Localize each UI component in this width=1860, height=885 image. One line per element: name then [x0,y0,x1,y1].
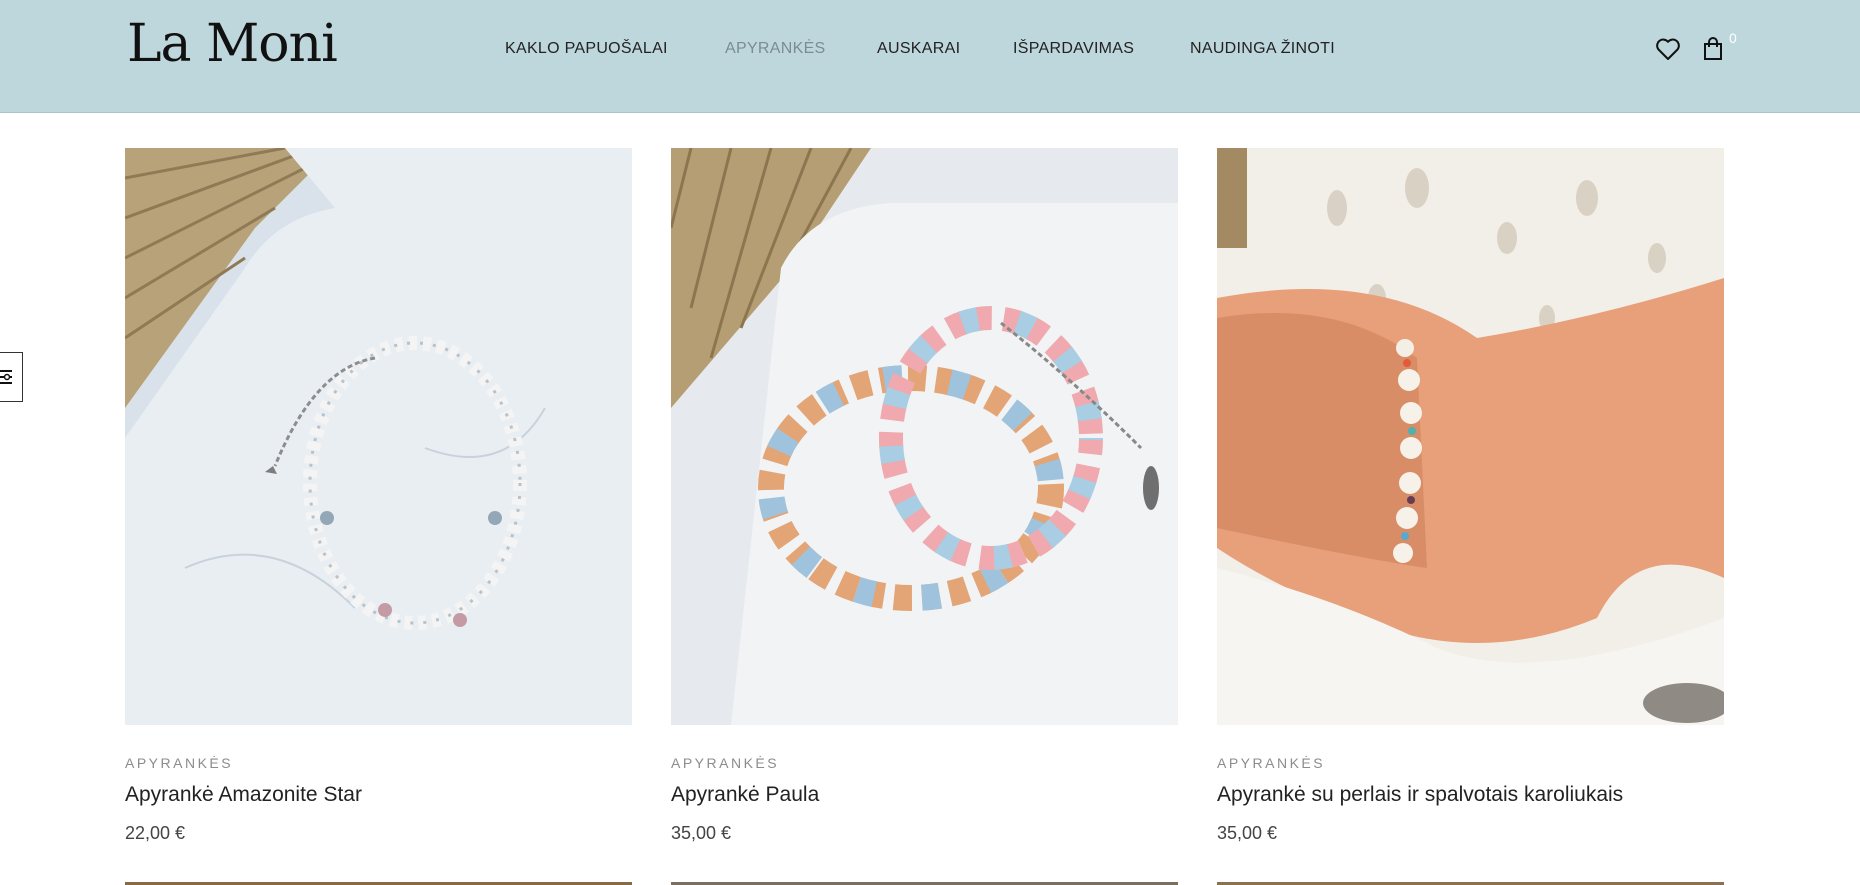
product-card: APYRANKĖS Apyrankė su perlais ir spalvot… [1217,148,1724,844]
product-card: APYRANKĖS Apyrankė Amazonite Star 22,00 … [125,148,632,844]
product-price: 35,00 € [1217,823,1278,843]
product-title[interactable]: Apyrankė Paula [671,783,1178,807]
nav-item-kaklo-papuosalai[interactable]: KAKLO PAPUOŠALAI [505,40,668,58]
filter-icon [0,370,20,405]
product-category: APYRANKĖS [125,755,234,771]
product-category: APYRANKĖS [1217,755,1326,771]
product-price: 22,00 € [125,823,186,843]
product-price: 35,00 € [671,823,732,843]
product-category: APYRANKĖS [671,755,780,771]
nav-item-ispardavimas[interactable]: IŠPARDAVIMAS [1013,40,1134,58]
product-image[interactable] [125,148,632,725]
product-image[interactable] [671,148,1178,725]
logo[interactable]: La Moni [127,14,338,74]
shopping-bag-icon[interactable] [1703,37,1723,66]
nav-item-auskarai[interactable]: AUSKARAI [877,40,960,58]
filter-toggle-tab[interactable] [0,352,23,402]
product-card: APYRANKĖS Apyrankė Paula 35,00 € [671,148,1178,844]
product-title[interactable]: Apyrankė Amazonite Star [125,783,632,807]
nav-item-apyrankes[interactable]: APYRANKĖS [725,40,826,58]
nav-item-naudinga-zinoti[interactable]: NAUDINGA ŽINOTI [1190,40,1335,58]
product-title[interactable]: Apyrankė su perlais ir spalvotais karoli… [1217,783,1724,807]
cart-count-badge: 0 [1729,30,1737,46]
heart-icon[interactable] [1655,37,1681,66]
product-image[interactable] [1217,148,1724,725]
site-header: La Moni KAKLO PAPUOŠALAI APYRANKĖS AUSKA… [0,0,1860,113]
